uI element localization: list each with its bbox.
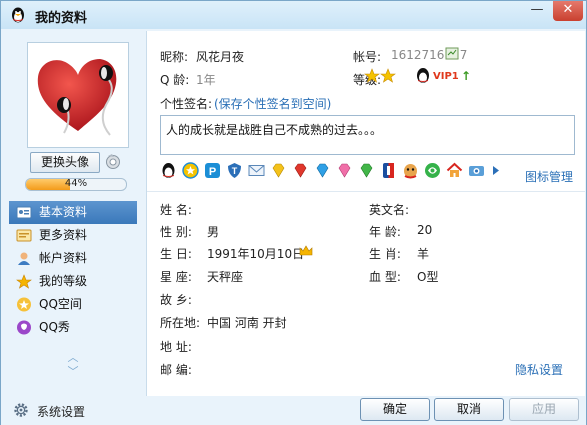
sidebar-item-label: QQ空间 bbox=[39, 297, 82, 311]
window-title: 我的资料 bbox=[35, 11, 88, 26]
zodiac-value: 羊 bbox=[417, 247, 430, 261]
nickname-label: 昵称: bbox=[160, 50, 189, 64]
change-avatar-button[interactable]: 更换头像 bbox=[30, 152, 100, 173]
blue-diamond-icon[interactable] bbox=[314, 162, 331, 179]
qq-age-label: Q 龄: bbox=[160, 73, 190, 87]
nav-scroll[interactable]: ︿ ﹀ bbox=[65, 351, 81, 379]
info-card-icon bbox=[16, 229, 32, 242]
title-bar[interactable]: 我的资料 — ✕ bbox=[1, 1, 586, 29]
blood-type-value: O型 bbox=[417, 270, 439, 284]
level-up-arrow-icon: ↑ bbox=[461, 69, 472, 83]
sidebar-item-label: 帐户资料 bbox=[39, 251, 88, 265]
profile-completion-bar: 44% bbox=[25, 178, 127, 191]
zodiac-label: 生 肖: bbox=[369, 247, 401, 261]
profile-completion-text: 44% bbox=[64, 178, 88, 189]
qq-age-value: 1年 bbox=[196, 73, 216, 87]
constellation-label: 星 座: bbox=[160, 270, 192, 284]
sidebar-item-my-level[interactable]: 我的等级 bbox=[9, 270, 137, 293]
yellow-diamond-icon[interactable] bbox=[270, 162, 287, 179]
heart-avatar-image bbox=[28, 43, 128, 147]
location-value: 中国 河南 开封 bbox=[207, 316, 287, 330]
age-label: 年 龄: bbox=[369, 225, 401, 239]
level-badge-icon bbox=[16, 274, 32, 289]
footer-bar: 系统设置 确定 取消 应用 bbox=[1, 396, 586, 425]
ok-button[interactable]: 确定 bbox=[360, 398, 430, 421]
apply-button[interactable]: 应用 bbox=[509, 398, 579, 421]
more-icons-arrow-icon[interactable] bbox=[488, 162, 505, 179]
sidebar-item-more-info[interactable]: 更多资料 bbox=[9, 224, 137, 247]
camera-icon[interactable] bbox=[468, 162, 485, 179]
svg-text:T: T bbox=[232, 166, 238, 176]
birthday-value: 1991年10月10日 bbox=[207, 247, 305, 261]
privacy-settings-link[interactable]: 隐私设置 bbox=[515, 361, 563, 378]
minimize-button[interactable]: — bbox=[525, 1, 549, 21]
constellation-value: 天秤座 bbox=[207, 270, 244, 284]
id-card-icon bbox=[16, 206, 32, 219]
signature-label: 个性签名: bbox=[160, 97, 213, 111]
avatar[interactable] bbox=[27, 42, 129, 148]
pink-diamond-icon[interactable] bbox=[336, 162, 353, 179]
save-signature-link[interactable]: (保存个性签名到空间) bbox=[214, 95, 331, 112]
nba-icon[interactable] bbox=[380, 162, 397, 179]
english-name-label: 英文名: bbox=[369, 203, 410, 217]
sidebar-nav: 基本资料 更多资料 帐户资料 我的等级 QQ空间 QQ秀 bbox=[9, 201, 137, 339]
green-diamond-icon[interactable] bbox=[358, 162, 375, 179]
qzone-star-icon bbox=[17, 297, 31, 312]
mail-icon[interactable] bbox=[248, 162, 265, 179]
scroll-down-icon[interactable]: ﹀ bbox=[65, 365, 81, 379]
svg-text:P: P bbox=[209, 166, 216, 178]
sidebar-item-label: QQ秀 bbox=[39, 320, 70, 334]
qqshow-icon bbox=[17, 320, 31, 335]
scroll-up-icon[interactable]: ︿ bbox=[65, 351, 81, 365]
hometown-label: 故 乡: bbox=[160, 293, 192, 307]
birthday-crown-icon bbox=[299, 245, 313, 256]
red-diamond-icon[interactable] bbox=[292, 162, 309, 179]
location-label: 所在地: bbox=[160, 316, 201, 330]
cancel-button[interactable]: 取消 bbox=[434, 398, 504, 421]
music-icon[interactable] bbox=[424, 162, 441, 179]
gear-icon[interactable] bbox=[13, 402, 29, 418]
icon-manage-link[interactable]: 图标管理 bbox=[525, 168, 573, 185]
gender-label: 性 别: bbox=[160, 225, 192, 239]
age-value: 20 bbox=[417, 223, 433, 237]
profile-content: 昵称: 风花月夜 帐号: 1612716127 Q 龄: 1年 等级: VIP1… bbox=[146, 31, 585, 396]
gender-value: 男 bbox=[207, 225, 220, 239]
system-settings-link[interactable]: 系统设置 bbox=[37, 403, 85, 420]
account-label: 帐号: bbox=[353, 50, 382, 64]
user-account-icon bbox=[18, 252, 30, 265]
blood-type-label: 血 型: bbox=[369, 270, 401, 284]
zip-label: 邮 编: bbox=[160, 363, 192, 377]
address-label: 地 址: bbox=[160, 340, 192, 354]
qq-penguin-icon[interactable] bbox=[160, 162, 177, 179]
vip-badge[interactable]: VIP1 bbox=[433, 71, 459, 82]
sidebar-item-qqshow[interactable]: QQ秀 bbox=[9, 316, 137, 339]
signature-text: 人的成长就是战胜自己不成熟的过去。。。 bbox=[166, 123, 383, 137]
qq-penguin-icon bbox=[12, 7, 24, 23]
copy-account-icon[interactable] bbox=[445, 47, 459, 60]
camera-icon[interactable] bbox=[103, 152, 123, 170]
sidebar-item-label: 我的等级 bbox=[39, 274, 88, 288]
close-button[interactable]: ✕ bbox=[553, 1, 583, 21]
name-label: 姓 名: bbox=[160, 203, 192, 217]
section-divider bbox=[147, 191, 585, 192]
left-panel: 更换头像 44% 基本资料 更多资料 帐户资料 我的等级 QQ空间 QQ秀 ︿ … bbox=[5, 31, 143, 396]
home-icon[interactable] bbox=[446, 162, 463, 179]
paipai-icon[interactable]: P bbox=[204, 162, 221, 179]
birthday-label: 生 日: bbox=[160, 247, 192, 261]
level-stars-icon[interactable] bbox=[364, 68, 396, 84]
shield-icon[interactable]: T bbox=[226, 162, 243, 179]
vip-penguin-icon[interactable] bbox=[415, 67, 431, 84]
sidebar-item-account-info[interactable]: 帐户资料 bbox=[9, 247, 137, 270]
nickname-value: 风花月夜 bbox=[196, 50, 245, 64]
qzone-icon[interactable] bbox=[182, 162, 199, 179]
qq-pet-icon[interactable] bbox=[402, 162, 419, 179]
sidebar-item-label: 基本资料 bbox=[39, 205, 88, 219]
signature-input[interactable]: 人的成长就是战胜自己不成熟的过去。。。 bbox=[160, 115, 575, 155]
sidebar-item-qzone[interactable]: QQ空间 bbox=[9, 293, 137, 316]
profile-window: 我的资料 — ✕ 更换头像 44% 基本资料 更多资料 帐户资料 我的等级 QQ… bbox=[0, 0, 587, 425]
sidebar-item-basic-info[interactable]: 基本资料 bbox=[9, 201, 137, 224]
sidebar-item-label: 更多资料 bbox=[39, 228, 88, 242]
